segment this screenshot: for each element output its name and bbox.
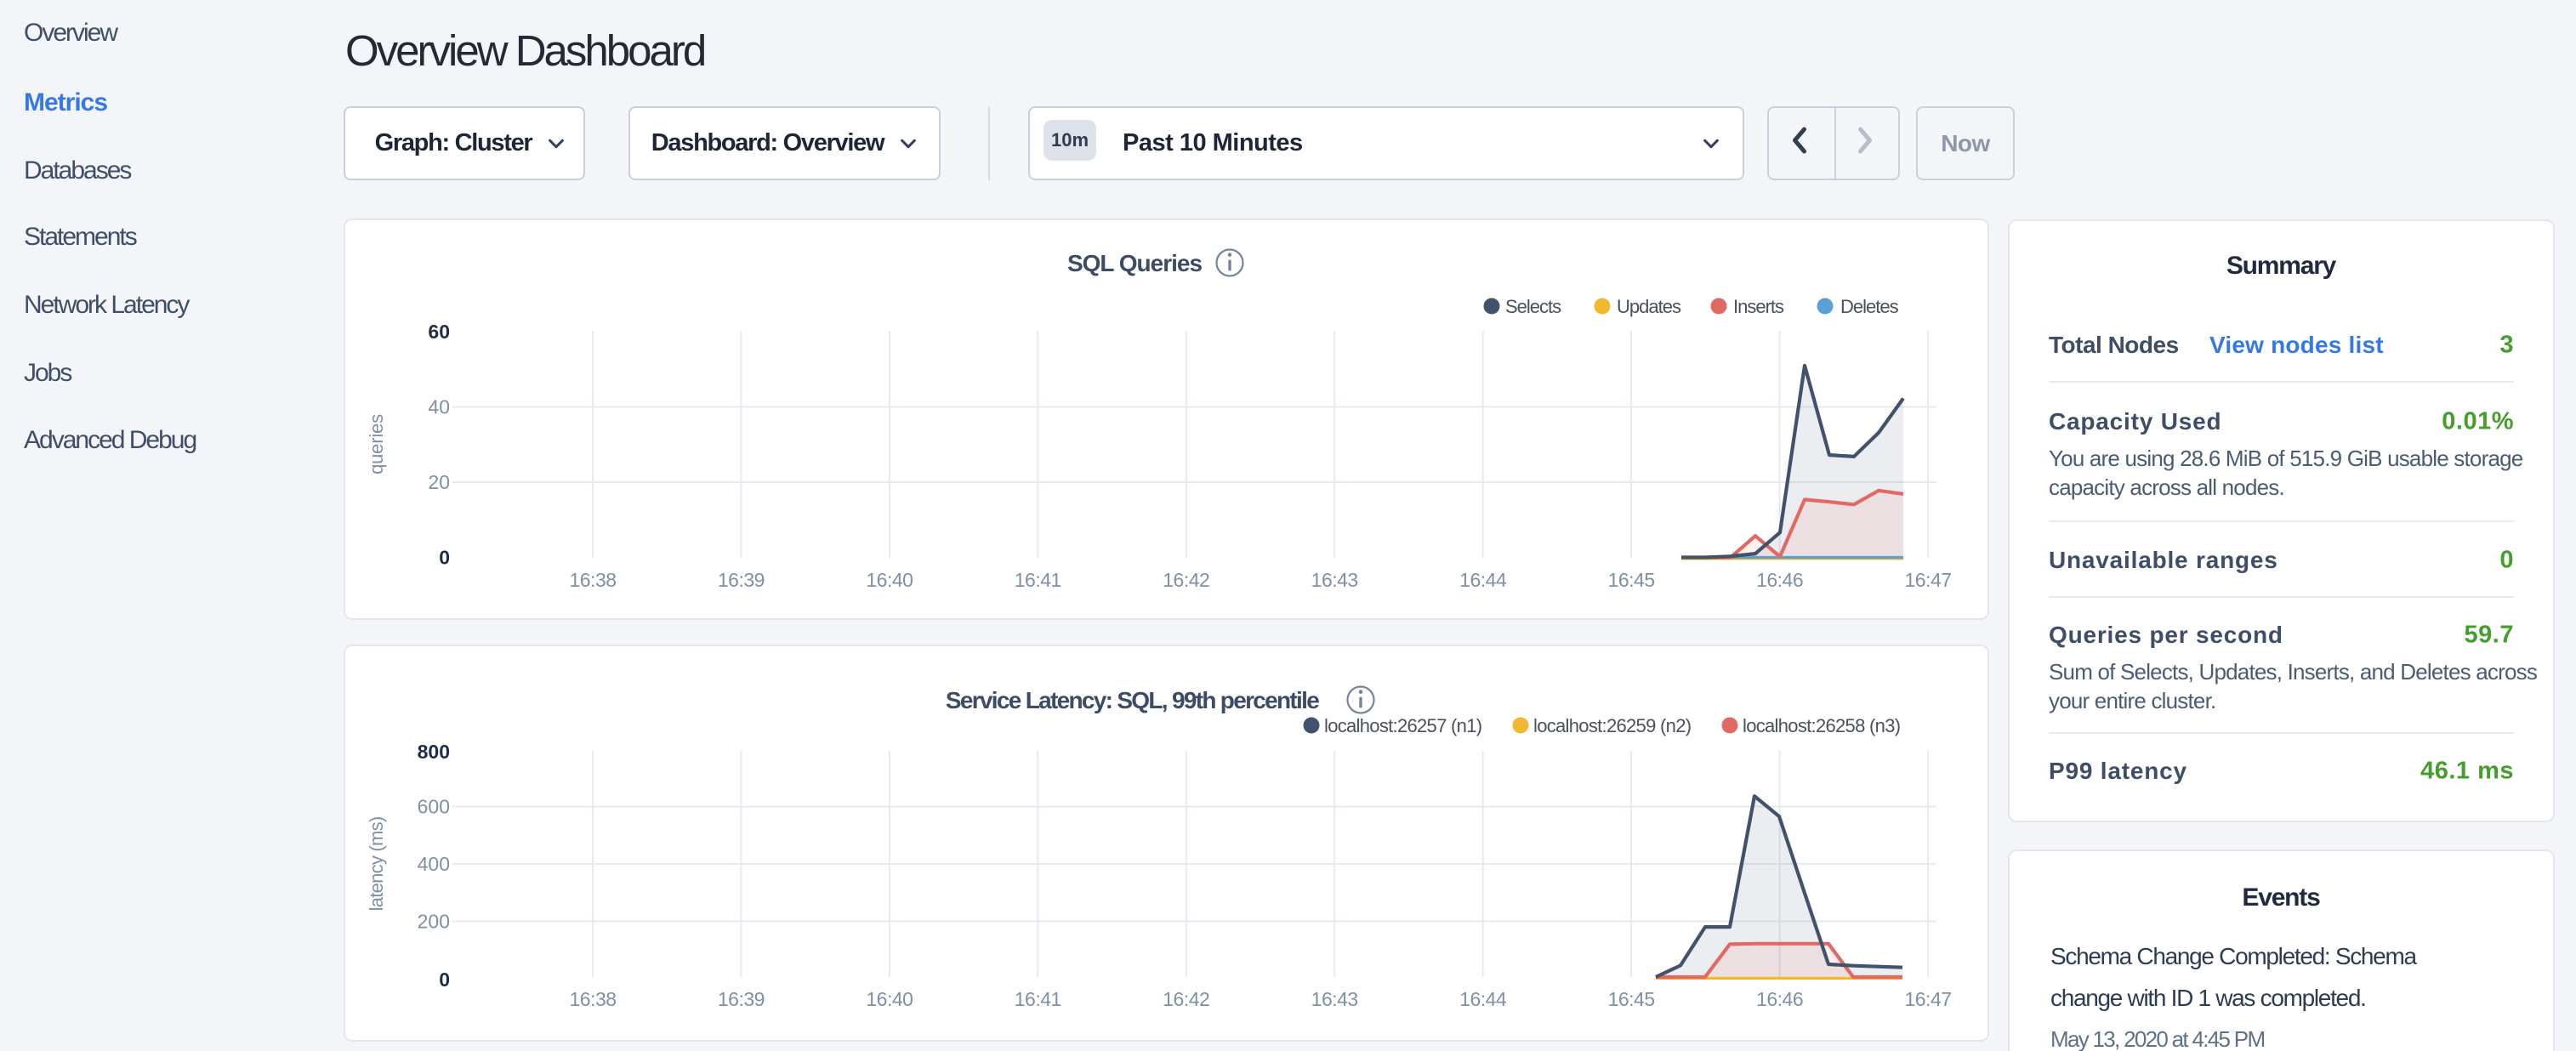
svg-text:localhost:26258 (n3): localhost:26258 (n3) (1743, 715, 1900, 736)
svg-text:40: 40 (428, 396, 450, 418)
svg-text:16:45: 16:45 (1608, 988, 1655, 1010)
svg-text:0: 0 (439, 969, 450, 991)
svg-text:16:41: 16:41 (1015, 569, 1061, 591)
svg-text:16:42: 16:42 (1163, 988, 1209, 1010)
svg-text:Service Latency: SQL, 99th per: Service Latency: SQL, 99th percentile (946, 687, 1319, 713)
svg-text:16:44: 16:44 (1459, 569, 1507, 591)
svg-text:Deletes: Deletes (1840, 296, 1899, 317)
svg-text:16:38: 16:38 (569, 569, 616, 591)
svg-text:16:43: 16:43 (1311, 569, 1358, 591)
svg-text:20: 20 (428, 471, 450, 493)
svg-text:Updates: Updates (1617, 296, 1681, 317)
svg-text:600: 600 (418, 796, 450, 818)
svg-text:16:40: 16:40 (866, 569, 913, 591)
svg-text:16:39: 16:39 (718, 569, 765, 591)
svg-text:16:43: 16:43 (1311, 988, 1358, 1010)
svg-text:localhost:26259 (n2): localhost:26259 (n2) (1533, 715, 1691, 736)
svg-text:16:44: 16:44 (1459, 988, 1507, 1010)
svg-text:16:42: 16:42 (1163, 569, 1209, 591)
svg-text:16:38: 16:38 (569, 988, 616, 1010)
svg-text:0: 0 (439, 547, 450, 569)
svg-text:queries: queries (366, 414, 387, 474)
svg-text:16:45: 16:45 (1608, 569, 1655, 591)
svg-text:200: 200 (418, 911, 450, 933)
svg-text:Selects: Selects (1505, 296, 1561, 317)
svg-text:16:47: 16:47 (1904, 569, 1951, 591)
svg-text:60: 60 (428, 321, 450, 343)
svg-text:800: 800 (418, 741, 450, 763)
svg-text:16:39: 16:39 (718, 988, 765, 1010)
svg-text:400: 400 (418, 853, 450, 875)
svg-text:16:47: 16:47 (1904, 988, 1951, 1010)
svg-text:Inserts: Inserts (1733, 296, 1784, 317)
svg-text:16:41: 16:41 (1015, 988, 1061, 1010)
svg-text:localhost:26257 (n1): localhost:26257 (n1) (1324, 715, 1481, 736)
svg-text:16:40: 16:40 (866, 988, 913, 1010)
svg-text:16:46: 16:46 (1756, 569, 1803, 591)
svg-text:latency (ms): latency (ms) (366, 817, 387, 912)
svg-text:SQL Queries: SQL Queries (1067, 250, 1203, 276)
svg-text:16:46: 16:46 (1756, 988, 1803, 1010)
